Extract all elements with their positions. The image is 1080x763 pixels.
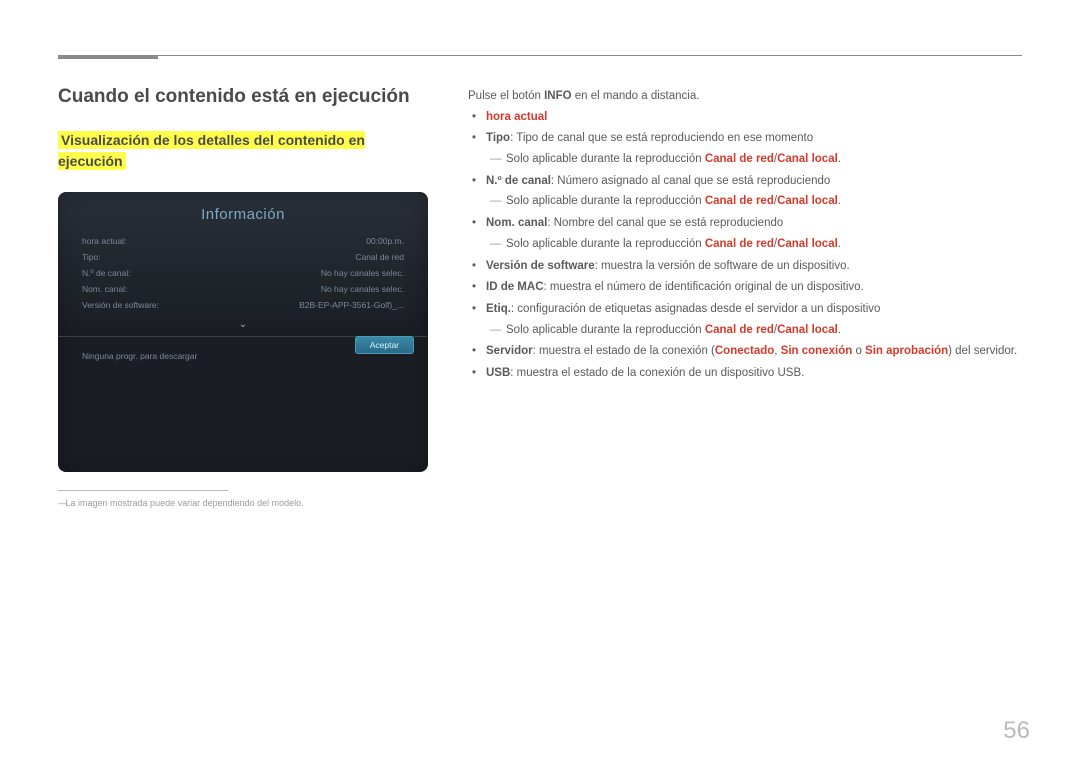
mac-label: ID de MAC bbox=[486, 281, 544, 293]
sub-note: Solo aplicable durante la reproducción C… bbox=[500, 149, 1022, 170]
heading-1: Cuando el contenido está en ejecución bbox=[58, 86, 428, 108]
text: Sin conexión bbox=[781, 345, 853, 357]
text: Canal de red bbox=[705, 153, 774, 165]
tipo-label: Tipo bbox=[486, 132, 510, 144]
ncanal-label: N.º de canal bbox=[486, 175, 551, 187]
hora-actual-label: hora actual bbox=[486, 111, 547, 123]
text: : muestra el estado de la conexión ( bbox=[533, 345, 715, 357]
accept-button[interactable]: Aceptar bbox=[355, 336, 414, 354]
left-column: Cuando el contenido está en ejecución Vi… bbox=[58, 86, 428, 510]
info-value: No hay canales selec. bbox=[321, 268, 404, 278]
list-item: USB: muestra el estado de la conexión de… bbox=[482, 363, 1022, 384]
heading-2: Visualización de los detalles del conten… bbox=[58, 131, 365, 170]
info-value: Canal de red bbox=[355, 252, 404, 262]
text: : Nombre del canal que se está reproduci… bbox=[547, 217, 783, 229]
text: Pulse el botón bbox=[468, 90, 544, 102]
intro-text: Pulse el botón INFO en el mando a distan… bbox=[468, 86, 1022, 107]
info-key: Versión de software: bbox=[82, 300, 159, 310]
text: : configuración de etiquetas asignadas d… bbox=[511, 303, 881, 315]
text: : muestra el estado de la conexión de un… bbox=[510, 367, 804, 379]
text: Conectado bbox=[715, 345, 774, 357]
list-item: Etiq.: configuración de etiquetas asigna… bbox=[482, 299, 1022, 340]
list-item: Servidor: muestra el estado de la conexi… bbox=[482, 341, 1022, 362]
info-row: hora actual: 00:00p.m. bbox=[82, 233, 404, 249]
servidor-label: Servidor bbox=[486, 345, 533, 357]
etiq-label: Etiq. bbox=[486, 303, 511, 315]
info-key: Nom. canal: bbox=[82, 284, 127, 294]
text: : muestra la versión de software de un d… bbox=[595, 260, 850, 272]
details-list: hora actual Tipo: Tipo de canal que se e… bbox=[468, 107, 1022, 384]
chevron-down-icon: ⌄ bbox=[68, 313, 418, 336]
text: . bbox=[838, 324, 841, 336]
info-row: N.º de canal: No hay canales selec. bbox=[82, 265, 404, 281]
content-columns: Cuando el contenido está en ejecución Vi… bbox=[58, 86, 1022, 510]
text: o bbox=[852, 345, 865, 357]
info-panel-title: Información bbox=[68, 202, 418, 233]
info-row: Nom. canal: No hay canales selec. bbox=[82, 281, 404, 297]
nomcanal-label: Nom. canal bbox=[486, 217, 547, 229]
list-item: Tipo: Tipo de canal que se está reproduc… bbox=[482, 128, 1022, 169]
text: Canal de red bbox=[705, 324, 774, 336]
list-item: ID de MAC: muestra el número de identifi… bbox=[482, 277, 1022, 298]
text: Canal local bbox=[777, 153, 838, 165]
list-item: Nom. canal: Nombre del canal que se está… bbox=[482, 213, 1022, 254]
page: Cuando el contenido está en ejecución Vi… bbox=[0, 0, 1080, 510]
header-rule bbox=[58, 55, 1022, 56]
info-key: N.º de canal: bbox=[82, 268, 130, 278]
info-value: No hay canales selec. bbox=[321, 284, 404, 294]
info-value: 00:00p.m. bbox=[366, 236, 404, 246]
text: Canal local bbox=[777, 324, 838, 336]
text: . bbox=[838, 195, 841, 207]
sub-note: Solo aplicable durante la reproducción C… bbox=[500, 191, 1022, 212]
footnote-rule bbox=[58, 490, 228, 491]
info-value: B2B-EP-APP-3561-Golf)_... bbox=[299, 300, 404, 310]
list-item: hora actual bbox=[482, 107, 1022, 128]
heading-2-wrap: Visualización de los detalles del conten… bbox=[58, 130, 428, 172]
right-column: Pulse el botón INFO en el mando a distan… bbox=[468, 86, 1022, 510]
info-row: Versión de software: B2B-EP-APP-3561-Golf… bbox=[82, 297, 404, 313]
info-label: INFO bbox=[544, 90, 571, 102]
text: : muestra el número de identificación or… bbox=[544, 281, 864, 293]
text: Solo aplicable durante la reproducción bbox=[506, 238, 705, 250]
text: ) del servidor. bbox=[948, 345, 1017, 357]
info-panel: Información hora actual: 00:00p.m. Tipo: C… bbox=[58, 192, 428, 472]
text: en el mando a distancia. bbox=[572, 90, 700, 102]
info-table: hora actual:00:00p.m. Tipo:Canal de red … bbox=[68, 233, 418, 313]
text: Solo aplicable durante la reproducción bbox=[506, 195, 705, 207]
text: Canal de red bbox=[705, 195, 774, 207]
info-row: Tipo: Canal de red bbox=[82, 249, 404, 265]
text: Solo aplicable durante la reproducción bbox=[506, 324, 705, 336]
footnote: La imagen mostrada puede variar dependie… bbox=[58, 496, 428, 510]
text: Solo aplicable durante la reproducción bbox=[506, 153, 705, 165]
list-item: Versión de software: muestra la versión … bbox=[482, 256, 1022, 277]
text: . bbox=[838, 153, 841, 165]
text: : Tipo de canal que se está reproduciend… bbox=[510, 132, 813, 144]
text: Canal de red bbox=[705, 238, 774, 250]
text: Canal local bbox=[777, 238, 838, 250]
sub-note: Solo aplicable durante la reproducción C… bbox=[500, 320, 1022, 341]
text: Canal local bbox=[777, 195, 838, 207]
text: : Número asignado al canal que se está r… bbox=[551, 175, 830, 187]
version-label: Versión de software bbox=[486, 260, 595, 272]
text: . bbox=[838, 238, 841, 250]
info-key: hora actual: bbox=[82, 236, 126, 246]
sub-note: Solo aplicable durante la reproducción C… bbox=[500, 234, 1022, 255]
list-item: N.º de canal: Número asignado al canal q… bbox=[482, 171, 1022, 212]
text: Sin aprobación bbox=[865, 345, 948, 357]
info-key: Tipo: bbox=[82, 252, 101, 262]
page-number: 56 bbox=[1003, 717, 1030, 745]
usb-label: USB bbox=[486, 367, 510, 379]
